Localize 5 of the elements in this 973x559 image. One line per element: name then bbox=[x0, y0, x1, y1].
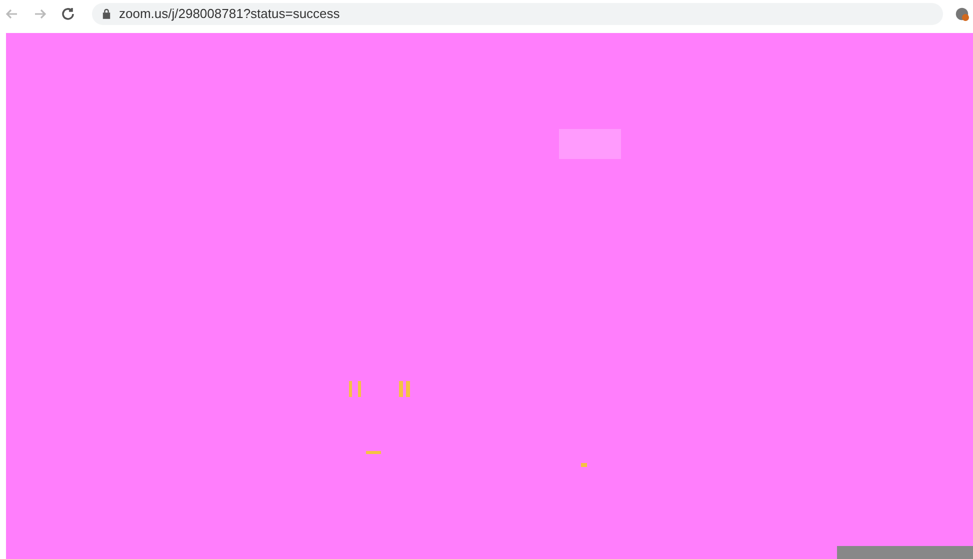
profile-icon[interactable] bbox=[955, 6, 969, 20]
url-text: zoom.us/j/298008781?status=success bbox=[119, 6, 340, 21]
address-bar[interactable]: zoom.us/j/298008781?status=success bbox=[92, 2, 943, 24]
lock-icon bbox=[102, 8, 111, 19]
reload-icon[interactable] bbox=[60, 6, 76, 22]
